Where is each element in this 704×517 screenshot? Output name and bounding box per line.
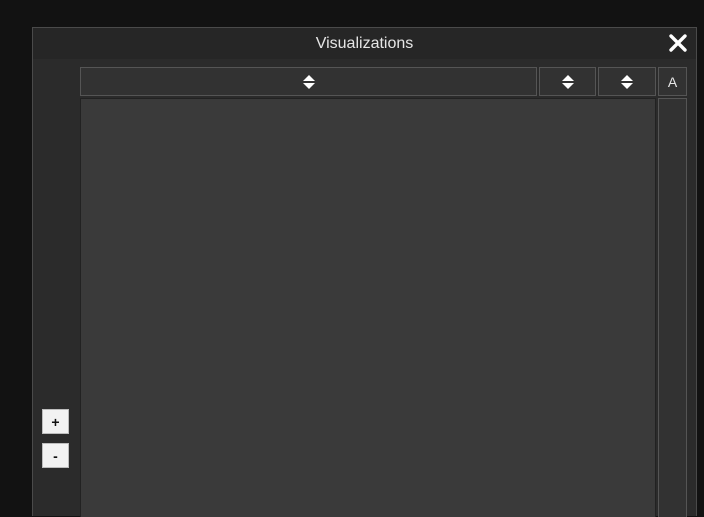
dialog-title: Visualizations bbox=[315, 35, 414, 52]
visualizations-dialog: Visualizations A + - bbox=[32, 27, 697, 517]
sort-icon bbox=[620, 74, 634, 90]
zoom-out-button[interactable]: - bbox=[42, 443, 69, 468]
close-button[interactable] bbox=[666, 31, 690, 55]
column-header-a[interactable]: A bbox=[658, 67, 687, 96]
column-header-a-label: A bbox=[667, 73, 678, 90]
sort-icon bbox=[561, 74, 575, 90]
column-header-1[interactable] bbox=[80, 67, 537, 96]
sort-icon bbox=[302, 74, 316, 90]
zoom-in-label: + bbox=[51, 413, 60, 430]
visualizations-grid[interactable] bbox=[80, 98, 656, 517]
zoom-in-button[interactable]: + bbox=[42, 409, 69, 434]
close-icon bbox=[666, 31, 690, 55]
column-header-3[interactable] bbox=[598, 67, 656, 96]
zoom-out-label: - bbox=[53, 447, 58, 464]
dialog-titlebar: Visualizations bbox=[33, 28, 696, 59]
side-column[interactable] bbox=[658, 98, 687, 517]
column-header-2[interactable] bbox=[539, 67, 596, 96]
